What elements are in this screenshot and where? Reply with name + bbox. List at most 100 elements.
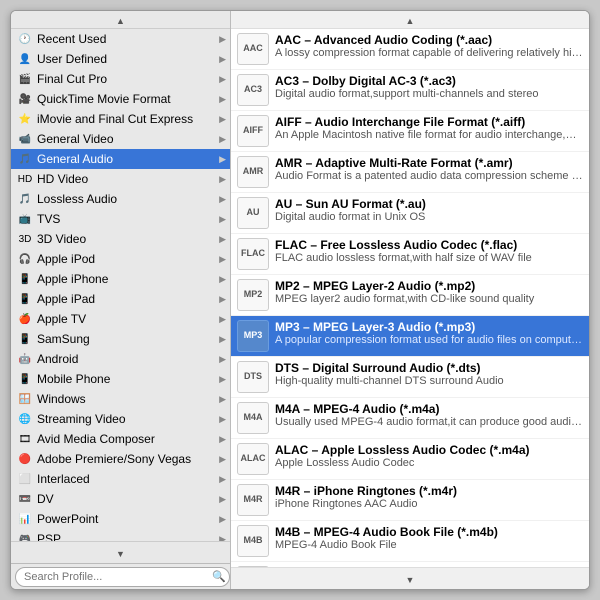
left-item-quicktime[interactable]: 🎥 QuickTime Movie Format ▶ [11, 89, 230, 109]
right-item-desc-mp2: MPEG layer2 audio format,with CD-like so… [275, 293, 583, 305]
left-item-apple-ipod[interactable]: 🎧 Apple iPod ▶ [11, 249, 230, 269]
left-item-general-audio[interactable]: 🎵 General Audio ▶ [11, 149, 230, 169]
left-list: 🕐 Recent Used ▶ 👤 User Defined ▶ 🎬 Final… [11, 29, 230, 541]
left-item-recent-used[interactable]: 🕐 Recent Used ▶ [11, 29, 230, 49]
left-item-arrow-apple-iphone: ▶ [219, 274, 226, 285]
left-item-psp[interactable]: 🎮 PSP ▶ [11, 529, 230, 541]
left-item-label-apple-tv: Apple TV [37, 312, 219, 326]
left-item-icon-apple-ipod: 🎧 [17, 251, 33, 267]
left-item-arrow-hd-video: ▶ [219, 174, 226, 185]
left-item-imovie[interactable]: ⭐ iMovie and Final Cut Express ▶ [11, 109, 230, 129]
right-item-desc-aac: A lossy compression format capable of de… [275, 47, 583, 59]
left-item-label-avid-media: Avid Media Composer [37, 432, 219, 446]
left-item-android[interactable]: 🤖 Android ▶ [11, 349, 230, 369]
left-scroll-down-button[interactable] [11, 541, 230, 563]
left-item-label-general-audio: General Audio [37, 152, 219, 166]
left-item-dv[interactable]: 📼 DV ▶ [11, 489, 230, 509]
left-item-streaming-video[interactable]: 🌐 Streaming Video ▶ [11, 409, 230, 429]
left-item-label-mobile-phone: Mobile Phone [37, 372, 219, 386]
left-item-icon-lossless-audio: 🎵 [17, 191, 33, 207]
left-item-avid-media[interactable]: 🎞 Avid Media Composer ▶ [11, 429, 230, 449]
left-item-arrow-apple-ipad: ▶ [219, 294, 226, 305]
right-item-alac[interactable]: ALAC ALAC – Apple Lossless Audio Codec (… [231, 439, 589, 480]
left-item-hd-video[interactable]: HD HD Video ▶ [11, 169, 230, 189]
left-item-icon-interlaced: ⬜ [17, 471, 33, 487]
left-item-icon-avid-media: 🎞 [17, 431, 33, 447]
left-item-icon-streaming-video: 🌐 [17, 411, 33, 427]
left-item-label-final-cut-pro: Final Cut Pro [37, 72, 219, 86]
left-item-arrow-streaming-video: ▶ [219, 414, 226, 425]
right-item-title-mp2: MP2 – MPEG Layer-2 Audio (*.mp2) [275, 279, 583, 293]
left-item-icon-tvs: 📺 [17, 211, 33, 227]
left-item-general-video[interactable]: 📹 General Video ▶ [11, 129, 230, 149]
right-item-desc-ac3: Digital audio format,support multi-chann… [275, 88, 583, 100]
right-item-desc-m4a: Usually used MPEG-4 audio format,it can … [275, 416, 583, 428]
left-item-windows[interactable]: 🪟 Windows ▶ [11, 389, 230, 409]
left-item-label-adobe-premiere: Adobe Premiere/Sony Vegas [37, 452, 219, 466]
left-item-interlaced[interactable]: ⬜ Interlaced ▶ [11, 469, 230, 489]
left-item-mobile-phone[interactable]: 📱 Mobile Phone ▶ [11, 369, 230, 389]
left-item-adobe-premiere[interactable]: 🔴 Adobe Premiere/Sony Vegas ▶ [11, 449, 230, 469]
right-scroll-down-button[interactable] [231, 567, 589, 589]
left-item-samsung[interactable]: 📱 SamSung ▶ [11, 329, 230, 349]
left-item-icon-windows: 🪟 [17, 391, 33, 407]
left-item-arrow-recent-used: ▶ [219, 34, 226, 45]
left-item-apple-tv[interactable]: 🍎 Apple TV ▶ [11, 309, 230, 329]
right-scroll-up-button[interactable] [231, 11, 589, 29]
left-item-arrow-mobile-phone: ▶ [219, 374, 226, 385]
right-item-title-au: AU – Sun AU Format (*.au) [275, 197, 583, 211]
left-item-lossless-audio[interactable]: 🎵 Lossless Audio ▶ [11, 189, 230, 209]
left-item-label-apple-ipad: Apple iPad [37, 292, 219, 306]
right-item-flac[interactable]: FLAC FLAC – Free Lossless Audio Codec (*… [231, 234, 589, 275]
left-item-tvs[interactable]: 📺 TVS ▶ [11, 209, 230, 229]
right-item-title-m4b: M4B – MPEG-4 Audio Book File (*.m4b) [275, 525, 583, 539]
left-item-label-quicktime: QuickTime Movie Format [37, 92, 219, 106]
left-item-icon-powerpoint: 📊 [17, 511, 33, 527]
right-item-mp2[interactable]: MP2 MP2 – MPEG Layer-2 Audio (*.mp2) MPE… [231, 275, 589, 316]
search-bar: 🔍 [11, 563, 230, 589]
left-item-3d-video[interactable]: 3D 3D Video ▶ [11, 229, 230, 249]
left-item-arrow-windows: ▶ [219, 394, 226, 405]
left-item-label-tvs: TVS [37, 212, 219, 226]
left-item-arrow-psp: ▶ [219, 534, 226, 542]
left-item-arrow-general-audio: ▶ [219, 154, 226, 165]
right-item-text-amr: AMR – Adaptive Multi-Rate Format (*.amr)… [275, 156, 583, 182]
left-item-apple-ipad[interactable]: 📱 Apple iPad ▶ [11, 289, 230, 309]
right-item-mp3[interactable]: MP3 MP3 – MPEG Layer-3 Audio (*.mp3) A p… [231, 316, 589, 357]
left-item-arrow-interlaced: ▶ [219, 474, 226, 485]
left-item-label-psp: PSP [37, 532, 219, 541]
right-item-ac3[interactable]: AC3 AC3 – Dolby Digital AC-3 (*.ac3) Dig… [231, 70, 589, 111]
right-item-m4a[interactable]: M4A M4A – MPEG-4 Audio (*.m4a) Usually u… [231, 398, 589, 439]
right-item-title-m4a: M4A – MPEG-4 Audio (*.m4a) [275, 402, 583, 416]
left-item-final-cut-pro[interactable]: 🎬 Final Cut Pro ▶ [11, 69, 230, 89]
right-item-icon-mp2: MP2 [237, 279, 269, 311]
right-chevron-up-icon [406, 13, 415, 27]
left-item-arrow-powerpoint: ▶ [219, 514, 226, 525]
left-item-powerpoint[interactable]: 📊 PowerPoint ▶ [11, 509, 230, 529]
search-input[interactable] [15, 567, 230, 587]
right-item-amr[interactable]: AMR AMR – Adaptive Multi-Rate Format (*.… [231, 152, 589, 193]
right-item-text-mp2: MP2 – MPEG Layer-2 Audio (*.mp2) MPEG la… [275, 279, 583, 305]
right-item-text-flac: FLAC – Free Lossless Audio Codec (*.flac… [275, 238, 583, 264]
left-item-icon-general-audio: 🎵 [17, 151, 33, 167]
left-item-arrow-adobe-premiere: ▶ [219, 454, 226, 465]
right-item-au[interactable]: AU AU – Sun AU Format (*.au) Digital aud… [231, 193, 589, 234]
left-scroll-up-button[interactable] [11, 11, 230, 29]
left-item-label-dv: DV [37, 492, 219, 506]
left-item-arrow-lossless-audio: ▶ [219, 194, 226, 205]
right-item-icon-ac3: AC3 [237, 74, 269, 106]
left-item-user-defined[interactable]: 👤 User Defined ▶ [11, 49, 230, 69]
right-item-aac[interactable]: AAC AAC – Advanced Audio Coding (*.aac) … [231, 29, 589, 70]
left-item-icon-final-cut-pro: 🎬 [17, 71, 33, 87]
right-item-desc-m4r: iPhone Ringtones AAC Audio [275, 498, 583, 510]
right-panel: AAC AAC – Advanced Audio Coding (*.aac) … [231, 11, 589, 589]
right-item-text-m4a: M4A – MPEG-4 Audio (*.m4a) Usually used … [275, 402, 583, 428]
right-item-dts[interactable]: DTS DTS – Digital Surround Audio (*.dts)… [231, 357, 589, 398]
right-item-m4r[interactable]: M4R M4R – iPhone Ringtones (*.m4r) iPhon… [231, 480, 589, 521]
left-item-arrow-tvs: ▶ [219, 214, 226, 225]
right-item-aiff[interactable]: AIFF AIFF – Audio Interchange File Forma… [231, 111, 589, 152]
right-item-m4b[interactable]: M4B M4B – MPEG-4 Audio Book File (*.m4b)… [231, 521, 589, 562]
left-item-apple-iphone[interactable]: 📱 Apple iPhone ▶ [11, 269, 230, 289]
left-item-icon-apple-tv: 🍎 [17, 311, 33, 327]
left-item-label-general-video: General Video [37, 132, 219, 146]
